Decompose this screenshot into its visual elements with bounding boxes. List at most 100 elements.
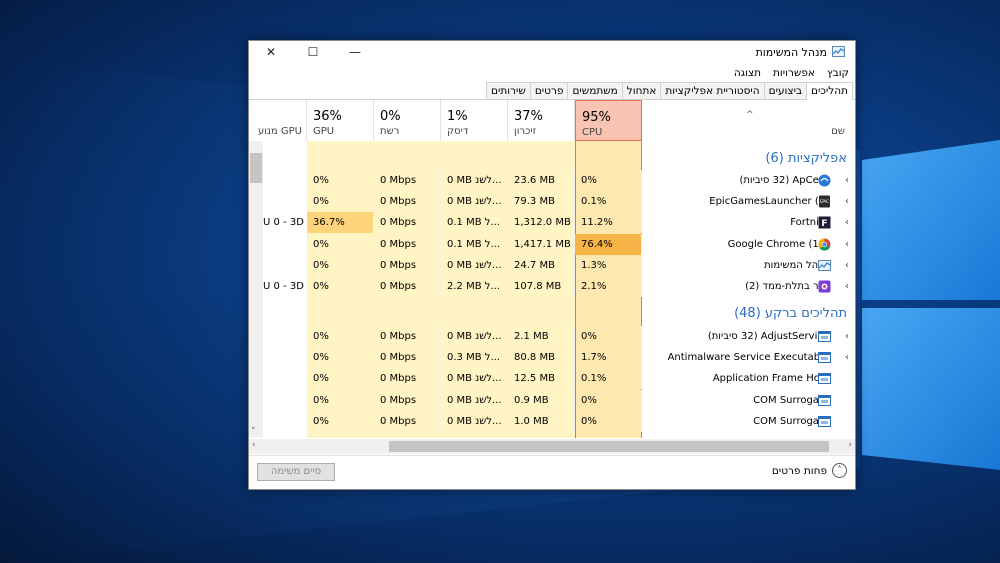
net-cell: 0 Mbps (374, 410, 441, 432)
process-name: Application Frame Host (712, 373, 829, 385)
scroll-down-icon[interactable]: ˅ (251, 427, 256, 437)
net-cell: 0 Mbps (374, 389, 441, 411)
group-apps-label: אפליקציות (6) (765, 151, 847, 166)
gpu-cell: 0% (307, 233, 374, 255)
table-row[interactable]: 0% 0 Mbps 0 MB לשנ... 23.6 MB 0% ApCent (32 ס… (249, 170, 855, 191)
horizontal-scrollbar-thumb[interactable] (389, 441, 829, 452)
gpu-cell: 0% (307, 347, 374, 369)
cpu-label: CPU (582, 127, 603, 138)
menu-options[interactable]: אפשרויות (767, 65, 821, 81)
mem-cell: 2.1 MB (508, 326, 575, 347)
gpu-cell: 36.7% (307, 212, 374, 234)
net-cell: 0 Mbps (374, 276, 441, 297)
fewer-details-button[interactable]: ˄ פחות פרטים (772, 463, 847, 478)
disk-cell: 2.2 MB ל... (441, 276, 508, 297)
scroll-right-icon[interactable]: › (848, 440, 852, 450)
horizontal-scrollbar[interactable]: ‹ › (249, 439, 855, 454)
menu-bar: קובץ אפשרויות תצוגה (728, 65, 855, 81)
mem-cell: 1.0 MB (508, 410, 575, 432)
svg-text:F: F (821, 219, 827, 229)
tab-startup[interactable]: אתחול (621, 82, 662, 99)
table-row[interactable]: 0% 0 Mbps 0 MB לשנ... 1.0 MB 0% COM Surrogate (249, 410, 855, 432)
apcent-icon (818, 174, 831, 187)
net-cell: 0 Mbps (374, 347, 441, 369)
disk-cell: 0 MB לשנ... (441, 254, 508, 276)
chevron-right-icon[interactable]: › (845, 276, 849, 297)
cpu-cell: 0.1% (575, 368, 642, 390)
table-row[interactable]: 0% 0 Mbps 0.3 MB ל... 80.8 MB 1.7% Antimalwar… (249, 347, 855, 369)
gpu-cell: 0% (307, 326, 374, 347)
mem-cell: 80.8 MB (508, 347, 575, 369)
service-icon (818, 372, 831, 385)
disk-cell: 0 MB לשנ... (441, 389, 508, 411)
tab-details[interactable]: פרטים (529, 82, 569, 99)
header-gpu[interactable]: 36% GPU (307, 100, 374, 141)
header-memory[interactable]: 37% זיכרון (508, 100, 575, 141)
sort-up-icon: ^ (746, 110, 754, 120)
header-cpu[interactable]: 95% CPU (575, 100, 642, 141)
process-name-cell: Antimalware Service Executable › (641, 347, 855, 368)
menu-file[interactable]: קובץ (821, 65, 855, 81)
maximize-button[interactable]: ☐ (291, 41, 335, 63)
header-disk[interactable]: 1% דיסק (441, 100, 508, 141)
disk-cell: 0 MB לשנ... (441, 410, 508, 432)
table-row[interactable]: U 0 - 3D 36.7% 0 Mbps 0.1 MB ל... 1,312.0 MB… (249, 212, 855, 234)
cpu-percent: 95% (582, 110, 611, 125)
process-name-cell: Application Frame Host (641, 368, 855, 389)
gpu-engine-label: מנוע GPU (257, 126, 302, 137)
close-button[interactable]: ✕ (249, 41, 293, 63)
cpu-cell: 1.3% (575, 254, 642, 276)
gpu-cell: 0% (307, 389, 374, 411)
menu-view[interactable]: תצוגה (728, 65, 767, 81)
table-row[interactable]: 0% 0 Mbps 0 MB לשנ... 79.3 MB 0.1% EpicGamesL… (249, 191, 855, 213)
chevron-right-icon[interactable]: › (845, 234, 849, 255)
process-name: AdjustService (32 סיביות) (707, 331, 829, 342)
table-row[interactable]: 0% 0 Mbps 0.1 MB ל... 1,417.1 MB 76.4% Google… (249, 233, 855, 255)
group-background: תהליכים ברקע (48) (249, 300, 855, 328)
table-row[interactable]: 0% 0 Mbps 0 MB לשנ... 24.7 MB 1.3% מנהל המשימ… (249, 254, 855, 276)
network-label: רשת (380, 126, 400, 137)
tab-services[interactable]: שירותים (486, 82, 531, 99)
vertical-scrollbar[interactable]: ˅ (249, 141, 263, 437)
header-network[interactable]: 0% רשת (374, 100, 441, 141)
epic-icon: EPIC (818, 195, 831, 208)
fewer-details-label: פחות פרטים (771, 464, 827, 477)
chevron-right-icon[interactable]: › (845, 347, 849, 368)
disk-cell: 0 MB לשנ... (441, 170, 508, 191)
minimize-button[interactable]: — (333, 41, 377, 63)
chevron-right-icon[interactable]: › (845, 212, 849, 233)
mem-cell: 1,312.0 MB (508, 212, 575, 234)
header-name[interactable]: שם (642, 100, 855, 141)
net-cell: 0 Mbps (374, 326, 441, 347)
table-row[interactable]: U 0 - 3D 0% 0 Mbps 2.2 MB ל... 107.8 MB 2.1% צ… (249, 276, 855, 297)
scroll-left-icon[interactable]: ‹ (252, 440, 256, 450)
disk-cell: 0.1 MB ל... (441, 233, 508, 255)
process-name-cell: מנהל המשימות › (641, 255, 855, 276)
header-gpu-engine[interactable]: מנוע GPU (249, 100, 307, 141)
table-row[interactable]: 0% 0 Mbps 0 MB לשנ... 0.9 MB 0% COM Surrogate (249, 389, 855, 411)
tab-app-history[interactable]: היסטוריית אפליקציות (660, 82, 765, 99)
tab-processes[interactable]: תהליכים (806, 82, 853, 100)
net-cell: 0 Mbps (374, 170, 441, 191)
tab-users[interactable]: משתמשים (567, 82, 623, 99)
table-row[interactable]: 0% 0 Mbps 0 MB לשנ... 2.1 MB 0% AdjustService… (249, 326, 855, 347)
vertical-scrollbar-thumb[interactable] (250, 153, 262, 183)
chevron-right-icon[interactable]: › (845, 191, 849, 212)
chevron-right-icon[interactable]: › (845, 170, 849, 191)
cpu-cell: 0.1% (575, 191, 642, 213)
mem-cell: 107.8 MB (508, 276, 575, 297)
disk-cell: 0 MB לשנ... (441, 191, 508, 213)
cpu-cell: 0% (575, 326, 642, 347)
process-name: צייר בתלת-ממד (2) (745, 281, 829, 292)
chevron-right-icon[interactable]: › (845, 255, 849, 276)
gpu-percent: 36% (313, 109, 342, 124)
end-task-button[interactable]: סיים משימה (257, 463, 335, 481)
table-row[interactable]: 0% 0 Mbps 0 MB לשנ... 12.5 MB 0.1% Applicatio… (249, 368, 855, 390)
process-name: EpicGamesLauncher (4) (709, 196, 829, 208)
fortnite-icon: F (818, 216, 831, 229)
mem-cell: 0.9 MB (508, 389, 575, 411)
service-icon (818, 394, 831, 407)
disk-cell: 0.1 MB ל... (441, 212, 508, 234)
chevron-right-icon[interactable]: › (845, 326, 849, 347)
tab-performance[interactable]: ביצועים (763, 82, 808, 99)
